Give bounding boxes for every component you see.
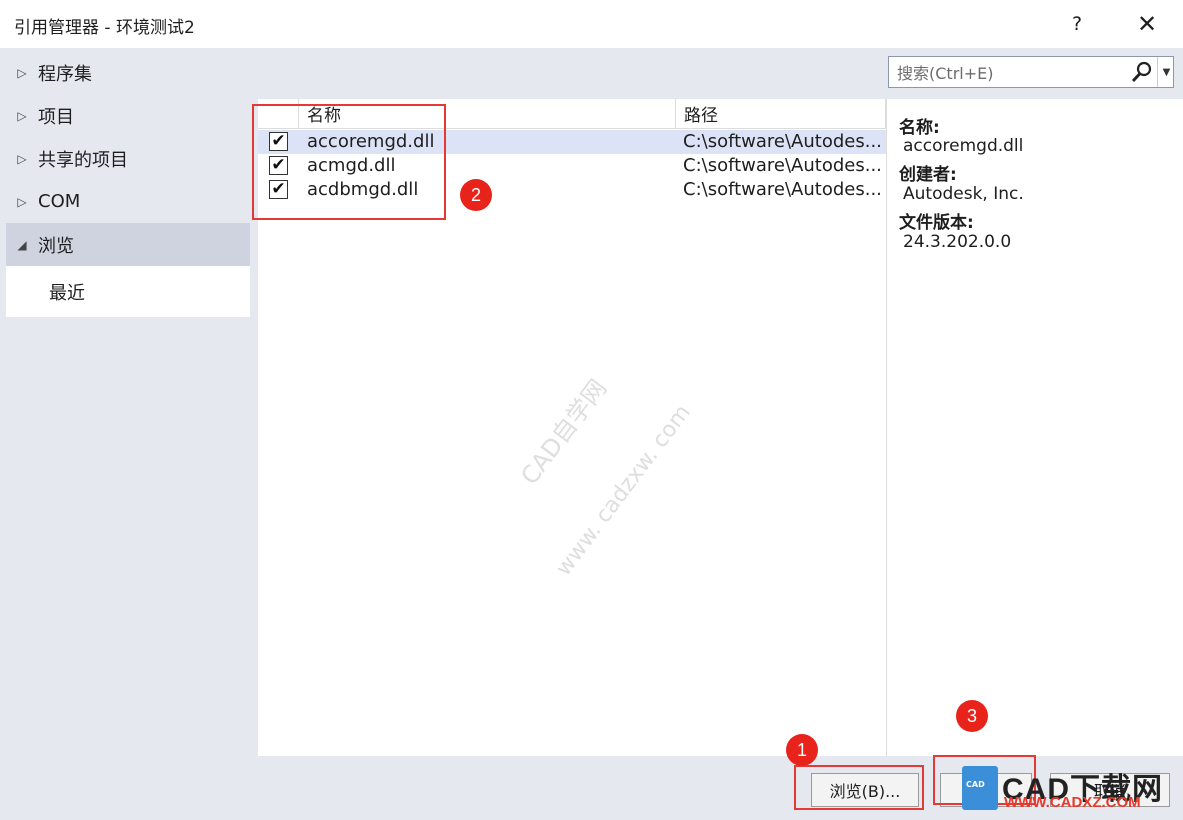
detail-creator-label: 创建者: bbox=[899, 165, 957, 185]
detail-name-label: 名称: bbox=[899, 118, 940, 138]
annotation-box-references bbox=[252, 104, 446, 220]
collapse-arrow-icon: ◢ bbox=[17, 237, 27, 252]
annotation-badge-3: 3 bbox=[956, 700, 988, 732]
title-bar: 引用管理器 - 环境测试2 ? ✕ bbox=[0, 0, 1183, 49]
nav-item-label: 浏览 bbox=[38, 235, 74, 257]
nav-item-com[interactable]: ▷ COM bbox=[6, 180, 250, 223]
nav-item-browse[interactable]: ◢ 浏览 bbox=[6, 223, 250, 266]
nav-item-assemblies[interactable]: ▷ 程序集 bbox=[6, 51, 250, 94]
nav-item-projects[interactable]: ▷ 项目 bbox=[6, 94, 250, 137]
column-header-path[interactable]: 路径 bbox=[676, 99, 886, 129]
nav-item-recent[interactable]: 最近 bbox=[6, 266, 250, 317]
nav-item-label: 共享的项目 bbox=[38, 149, 128, 171]
detail-name-value: accoremgd.dll bbox=[903, 136, 1024, 156]
details-pane: 名称: accoremgd.dll 创建者: Autodesk, Inc. 文件… bbox=[886, 99, 1183, 756]
nav-item-label: 程序集 bbox=[38, 63, 92, 85]
close-button[interactable]: ✕ bbox=[1124, 6, 1170, 42]
expand-arrow-icon: ▷ bbox=[17, 108, 27, 123]
nav-item-label: COM bbox=[38, 191, 81, 212]
window-title: 引用管理器 - 环境测试2 bbox=[14, 18, 195, 38]
reference-path: C:\software\Autodes... bbox=[683, 131, 882, 152]
site-logo: CAD CAD下载网 WWW.CADXZ.COM bbox=[962, 764, 1168, 814]
nav-item-shared-projects[interactable]: ▷ 共享的项目 bbox=[6, 137, 250, 180]
search-input[interactable] bbox=[895, 60, 1129, 86]
chevron-down-icon: ▼ bbox=[1162, 66, 1171, 78]
reference-path: C:\software\Autodes... bbox=[683, 179, 882, 200]
nav-item-label: 最近 bbox=[49, 282, 85, 304]
reference-path: C:\software\Autodes... bbox=[683, 155, 882, 176]
search-box: ▼ bbox=[888, 56, 1174, 88]
search-options-dropdown[interactable]: ▼ bbox=[1157, 57, 1175, 87]
cad-file-icon: CAD bbox=[962, 766, 998, 810]
detail-version-value: 24.3.202.0.0 bbox=[903, 232, 1012, 252]
expand-arrow-icon: ▷ bbox=[17, 65, 27, 80]
logo-url: WWW.CADXZ.COM bbox=[1004, 794, 1141, 811]
expand-arrow-icon: ▷ bbox=[17, 151, 27, 166]
annotation-badge-2: 2 bbox=[460, 179, 492, 211]
detail-version-label: 文件版本: bbox=[899, 213, 974, 233]
nav-item-label: 项目 bbox=[38, 106, 74, 128]
detail-creator-value: Autodesk, Inc. bbox=[903, 184, 1024, 204]
dialog-body: ▷ 程序集 ▷ 项目 ▷ 共享的项目 ▷ COM ◢ 浏览 最近 ▼ bbox=[0, 48, 1183, 820]
category-nav: ▷ 程序集 ▷ 项目 ▷ 共享的项目 ▷ COM ◢ 浏览 最近 bbox=[6, 48, 250, 756]
expand-arrow-icon: ▷ bbox=[17, 194, 27, 209]
annotation-badge-1: 1 bbox=[786, 734, 818, 766]
search-icon[interactable] bbox=[1130, 60, 1154, 84]
annotation-box-browse bbox=[794, 765, 924, 810]
help-button[interactable]: ? bbox=[1054, 6, 1100, 42]
